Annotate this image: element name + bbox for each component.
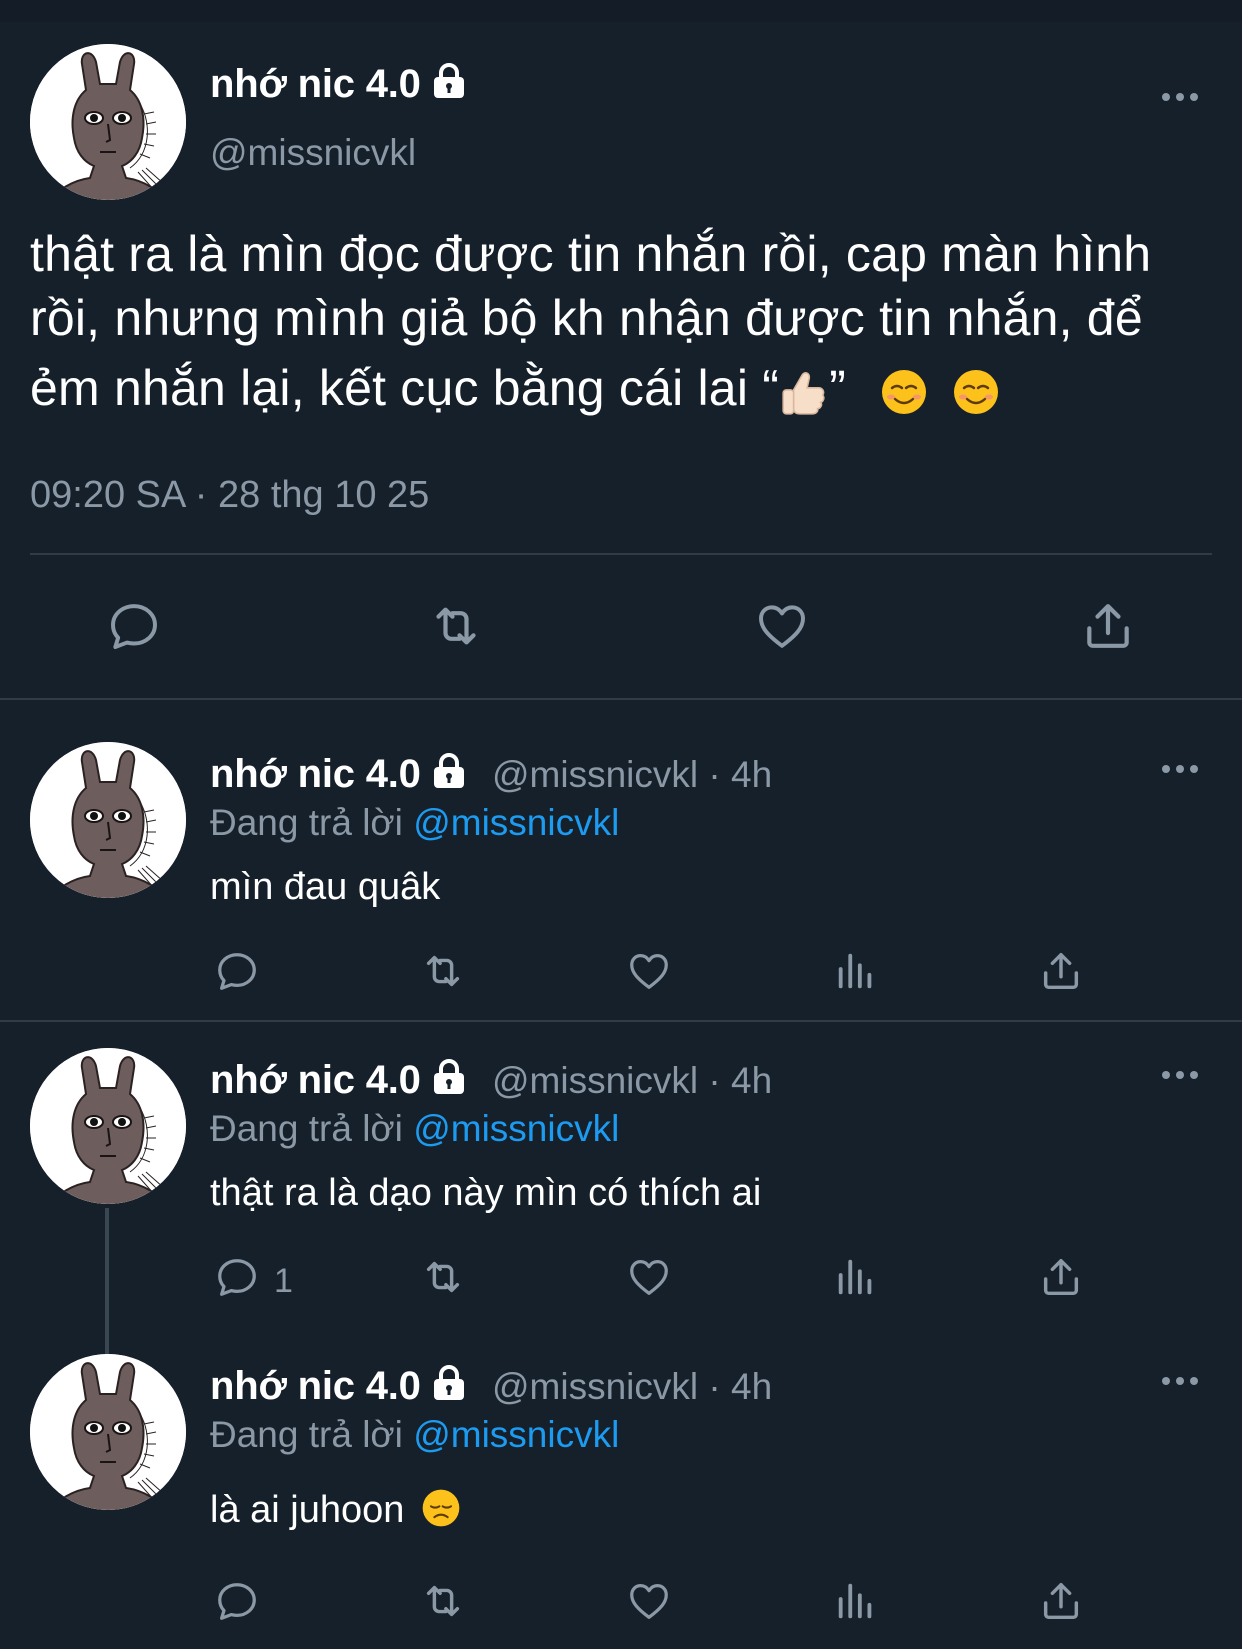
like-icon[interactable]: [754, 598, 810, 654]
thumbs-up-emoji: [779, 367, 829, 417]
views-icon[interactable]: [833, 1254, 879, 1300]
timestamp[interactable]: 09:20 SA · 28 thg 10 25: [30, 474, 429, 517]
more-icon[interactable]: [1160, 1374, 1200, 1388]
more-icon[interactable]: [1160, 1068, 1200, 1082]
replying-to: Đang trả lời @missnicvkl: [210, 1414, 619, 1456]
smiling-face-emoji: [952, 368, 1000, 416]
handle-time[interactable]: @missnicvkl · 4h: [492, 1060, 772, 1102]
replying-to-label: Đang trả lời: [210, 802, 414, 843]
tweet-text-line: ẻm nhắn lại, kết cục bằng cái lai “ ”: [30, 356, 1220, 420]
replying-to: Đang trả lời @missnicvkl: [210, 802, 619, 844]
lock-icon: [431, 1365, 467, 1401]
thread-connector: [105, 1208, 109, 1354]
like-icon[interactable]: [626, 1254, 672, 1300]
reply-icon[interactable]: [214, 948, 260, 994]
retweet-icon[interactable]: [428, 598, 484, 654]
tweet-text-line: rồi, nhưng mình giả bộ kh nhận được tin …: [30, 290, 1143, 346]
reply-text-content: là ai juhoon: [210, 1489, 405, 1531]
retweet-icon[interactable]: [420, 948, 466, 994]
divider: [0, 698, 1242, 700]
display-name-text: nhớ nic 4.0: [210, 752, 421, 796]
display-name[interactable]: nhớ nic 4.0: [210, 752, 467, 797]
status-bar-strip: [0, 0, 1242, 22]
reply-icon[interactable]: [106, 598, 162, 654]
avatar[interactable]: [30, 1048, 186, 1204]
replying-to-mention[interactable]: @missnicvkl: [413, 1108, 619, 1149]
tweet-text-fragment: ẻm nhắn lại, kết cục bằng cái lai “: [30, 360, 780, 416]
display-name-text: nhớ nic 4.0: [210, 1364, 421, 1408]
like-icon[interactable]: [626, 1578, 672, 1624]
avatar[interactable]: [30, 742, 186, 898]
avatar-image: [30, 1354, 186, 1510]
lock-icon: [431, 753, 467, 789]
avatar-image: [30, 742, 186, 898]
handle-time[interactable]: @missnicvkl · 4h: [492, 754, 772, 796]
share-icon[interactable]: [1080, 598, 1136, 654]
reply-text: thật ra là dạo này mìn có thích ai: [210, 1172, 762, 1214]
reply-icon[interactable]: [214, 1254, 260, 1300]
replying-to-mention[interactable]: @missnicvkl: [413, 802, 619, 843]
avatar[interactable]: [30, 44, 186, 200]
share-icon[interactable]: [1038, 1578, 1084, 1624]
views-icon[interactable]: [833, 1578, 879, 1624]
more-icon[interactable]: [1160, 762, 1200, 776]
avatar-image: [30, 44, 186, 200]
views-icon[interactable]: [833, 948, 879, 994]
divider: [30, 553, 1212, 555]
share-icon[interactable]: [1038, 1254, 1084, 1300]
tweet-text: thật ra là mìn đọc được tin nhắn rồi, ca…: [30, 222, 1220, 420]
handle[interactable]: @missnicvkl: [210, 132, 416, 174]
retweet-icon[interactable]: [420, 1254, 466, 1300]
display-name-text: nhớ nic 4.0: [210, 1058, 421, 1102]
replying-to-label: Đang trả lời: [210, 1108, 414, 1149]
replying-to-mention[interactable]: @missnicvkl: [413, 1414, 619, 1455]
display-name[interactable]: nhớ nic 4.0: [210, 1058, 467, 1103]
reply-text: là ai juhoon: [210, 1488, 461, 1532]
smiling-face-emoji: [880, 368, 928, 416]
disappointed-face-emoji: [421, 1488, 461, 1528]
avatar-image: [30, 1048, 186, 1204]
like-icon[interactable]: [626, 948, 672, 994]
share-icon[interactable]: [1038, 948, 1084, 994]
divider: [0, 1020, 1242, 1022]
reply-icon[interactable]: [214, 1578, 260, 1624]
more-icon[interactable]: [1160, 90, 1200, 104]
display-name[interactable]: nhớ nic 4.0: [210, 62, 467, 107]
handle-time[interactable]: @missnicvkl · 4h: [492, 1366, 772, 1408]
reply-text: mìn đau quâk: [210, 866, 441, 908]
display-name[interactable]: nhớ nic 4.0: [210, 1364, 467, 1409]
retweet-icon[interactable]: [420, 1578, 466, 1624]
tweet-text-line: thật ra là mìn đọc được tin nhắn rồi, ca…: [30, 226, 1152, 282]
display-name-text: nhớ nic 4.0: [210, 62, 421, 106]
lock-icon: [431, 1059, 467, 1095]
lock-icon: [431, 63, 467, 99]
replying-to: Đang trả lời @missnicvkl: [210, 1108, 619, 1150]
replying-to-label: Đang trả lời: [210, 1414, 414, 1455]
tweet-text-fragment: ”: [829, 360, 846, 416]
reply-count: 1: [274, 1262, 293, 1300]
avatar[interactable]: [30, 1354, 186, 1510]
